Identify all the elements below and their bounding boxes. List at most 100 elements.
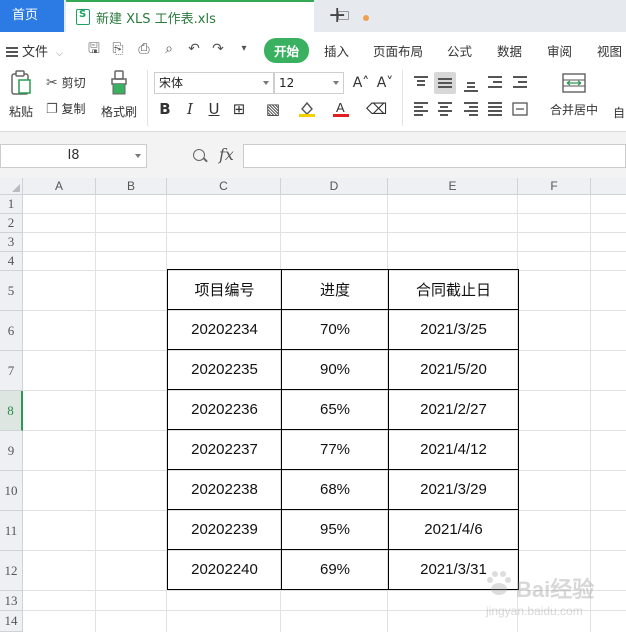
- sheet-grid[interactable]: A B C D E F 1 2 3 4 5 6 7 8 9 10 11 12 1…: [0, 178, 626, 632]
- row-header[interactable]: 6: [0, 311, 23, 351]
- eraser-icon[interactable]: ⌫: [366, 100, 387, 118]
- print-preview-icon[interactable]: ⌕: [161, 41, 177, 57]
- header-progress[interactable]: 进度: [281, 269, 389, 310]
- cell-deadline[interactable]: 2021/4/6: [388, 509, 519, 550]
- outdent-icon[interactable]: [486, 74, 504, 92]
- decrease-font-icon[interactable]: A˅: [376, 74, 394, 92]
- name-box[interactable]: I8: [0, 144, 147, 168]
- row-header[interactable]: 14: [0, 611, 23, 632]
- column-header-d[interactable]: D: [281, 178, 388, 195]
- column-header-g[interactable]: [591, 178, 626, 195]
- row-header[interactable]: 10: [0, 471, 23, 511]
- align-left-icon[interactable]: [412, 100, 430, 118]
- row-header[interactable]: 12: [0, 551, 23, 591]
- copy-icon: ❐: [46, 102, 58, 117]
- row-header[interactable]: 3: [0, 233, 23, 252]
- paste-button[interactable]: 粘贴: [4, 70, 38, 120]
- column-header-c[interactable]: C: [167, 178, 281, 195]
- tab-review[interactable]: 审阅: [547, 41, 572, 60]
- align-center-icon[interactable]: [436, 100, 454, 118]
- distribute-icon[interactable]: [511, 100, 529, 118]
- file-menu[interactable]: 文件 ⌵: [6, 41, 63, 60]
- cell-deadline[interactable]: 2021/5/20: [388, 349, 519, 390]
- export-icon[interactable]: ⎘: [110, 41, 126, 57]
- new-tab-button[interactable]: +: [328, 2, 346, 30]
- wrap-text-button[interactable]: 自: [613, 104, 625, 121]
- cell-progress[interactable]: 70%: [281, 309, 389, 350]
- column-header-e[interactable]: E: [388, 178, 518, 195]
- cell-project-id[interactable]: 20202236: [167, 389, 282, 430]
- tab-data[interactable]: 数据: [497, 41, 522, 60]
- cell-progress[interactable]: 95%: [281, 509, 389, 550]
- column-header-b[interactable]: B: [96, 178, 167, 195]
- cell-project-id[interactable]: 20202234: [167, 309, 282, 350]
- justify-icon[interactable]: [486, 100, 504, 118]
- font-color-icon[interactable]: A: [332, 100, 350, 118]
- tab-page-layout[interactable]: 页面布局: [373, 41, 423, 60]
- formula-input[interactable]: [243, 144, 626, 168]
- cell-deadline[interactable]: 2021/3/29: [388, 469, 519, 510]
- tab-document[interactable]: 新建 XLS 工作表.xls: [66, 0, 369, 32]
- cell-project-id[interactable]: 20202240: [167, 549, 282, 590]
- row-header[interactable]: 11: [0, 511, 23, 551]
- row-header[interactable]: 1: [0, 195, 23, 214]
- copy-button[interactable]: ❐ 复制: [46, 100, 86, 117]
- select-all-button[interactable]: [0, 178, 23, 195]
- customize-dropdown-icon[interactable]: ▾: [236, 41, 252, 57]
- cell-progress[interactable]: 90%: [281, 349, 389, 390]
- save-icon[interactable]: 🖫: [86, 41, 102, 57]
- cell-progress[interactable]: 65%: [281, 389, 389, 430]
- cut-button[interactable]: ✂ 剪切: [46, 74, 86, 91]
- print-icon[interactable]: ⎙: [136, 41, 152, 57]
- function-button[interactable]: fx: [219, 145, 234, 164]
- cell-project-id[interactable]: 20202239: [167, 509, 282, 550]
- tab-start[interactable]: 开始: [264, 38, 310, 63]
- fill-color-icon[interactable]: [298, 100, 316, 118]
- align-bottom-icon[interactable]: [462, 74, 480, 92]
- header-project-id[interactable]: 项目编号: [167, 269, 282, 310]
- align-top-icon[interactable]: [412, 74, 430, 92]
- cell-progress[interactable]: 68%: [281, 469, 389, 510]
- redo-icon[interactable]: ↷: [210, 41, 226, 57]
- header-contract-deadline[interactable]: 合同截止日: [388, 269, 519, 310]
- indent-icon[interactable]: [511, 74, 529, 92]
- cell-progress[interactable]: 69%: [281, 549, 389, 590]
- tab-view[interactable]: 视图: [597, 41, 622, 60]
- cell-deadline[interactable]: 2021/4/12: [388, 429, 519, 470]
- bold-button[interactable]: B: [156, 100, 174, 118]
- font-family-select[interactable]: 宋体: [154, 72, 274, 94]
- row-header[interactable]: 9: [0, 431, 23, 471]
- fill-pattern-icon[interactable]: ▧: [264, 100, 282, 118]
- cell-deadline[interactable]: 2021/3/25: [388, 309, 519, 350]
- cell-project-id[interactable]: 20202235: [167, 349, 282, 390]
- merge-center-button[interactable]: 合并居中: [542, 72, 606, 118]
- cell-progress[interactable]: 77%: [281, 429, 389, 470]
- underline-button[interactable]: U: [205, 100, 223, 118]
- column-header-f[interactable]: F: [518, 178, 591, 195]
- cell-deadline[interactable]: 2021/2/27: [388, 389, 519, 430]
- zoom-icon[interactable]: [193, 149, 205, 161]
- tab-insert[interactable]: 插入: [324, 41, 349, 60]
- chevron-down-icon: [333, 81, 339, 85]
- align-right-icon[interactable]: [462, 100, 480, 118]
- row-header[interactable]: 5: [0, 271, 23, 311]
- format-painter-button[interactable]: 格式刷: [100, 70, 138, 120]
- italic-button[interactable]: I: [181, 100, 199, 118]
- align-middle-icon[interactable]: [434, 72, 456, 94]
- increase-font-icon[interactable]: A˄: [352, 74, 370, 92]
- unsaved-dot-icon[interactable]: [363, 15, 369, 21]
- undo-icon[interactable]: ↶: [186, 41, 202, 57]
- row-header[interactable]: 13: [0, 591, 23, 611]
- border-icon[interactable]: ⊞: [230, 100, 248, 118]
- row-header[interactable]: 7: [0, 351, 23, 391]
- row-header[interactable]: 4: [0, 252, 23, 271]
- column-header-a[interactable]: A: [23, 178, 96, 195]
- font-size-select[interactable]: 12: [274, 72, 344, 94]
- chevron-down-icon: [135, 154, 141, 158]
- tab-formula[interactable]: 公式: [447, 41, 472, 60]
- row-header[interactable]: 2: [0, 214, 23, 233]
- cell-project-id[interactable]: 20202237: [167, 429, 282, 470]
- row-header-selected[interactable]: 8: [0, 391, 23, 431]
- tab-home[interactable]: 首页: [0, 0, 64, 32]
- cell-project-id[interactable]: 20202238: [167, 469, 282, 510]
